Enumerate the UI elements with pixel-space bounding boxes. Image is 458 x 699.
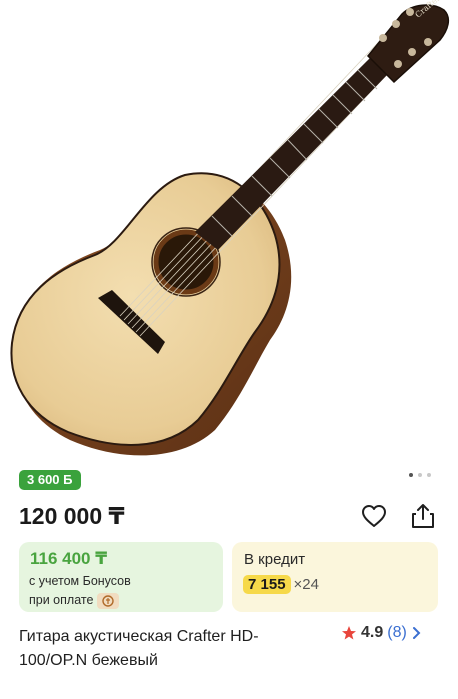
product-title: Гитара акустическая Crafter HD-100/OP.N … [19,628,259,669]
credit-amount: 7 155 [243,575,291,594]
share-button[interactable] [409,502,437,530]
rating-link[interactable]: 4.9 (8) [341,624,423,642]
favorite-button[interactable] [360,502,388,530]
credit-row: 7 155 ×24 [243,575,319,594]
share-icon [412,504,434,528]
bonus-note: с учетом Бонусов при оплате [29,572,131,610]
product-price: 120 000 ₸ [19,503,125,529]
review-count[interactable]: (8) [387,624,407,642]
bonus-price-card[interactable]: 116 400 ₸ с учетом Бонусов при оплате [19,542,223,612]
gallery-dots[interactable] [409,473,431,477]
rating-value: 4.9 [361,624,384,641]
bonus-note-line2-row: при оплате [29,591,131,610]
product-image[interactable]: Crafter [0,0,458,462]
credit-card[interactable]: В кредит 7 155 ×24 [232,542,438,612]
star-icon [342,626,356,640]
credit-multiplier: ×24 [293,576,319,593]
gallery-dot-2[interactable] [418,473,422,477]
heart-icon [362,505,386,527]
gallery-dot-3[interactable] [427,473,431,477]
gallery-dot-1[interactable] [409,473,413,477]
guitar-photo: Crafter [10,0,450,456]
payment-icon [97,592,120,609]
bonus-price: 116 400 ₸ [30,549,108,568]
bonus-note-line2: при оплате [29,593,94,607]
bonus-badge: 3 600 Б [19,470,81,490]
chevron-right-icon [412,627,421,639]
bonus-note-line1: с учетом Бонусов [29,574,131,588]
credit-label: В кредит [244,551,306,568]
